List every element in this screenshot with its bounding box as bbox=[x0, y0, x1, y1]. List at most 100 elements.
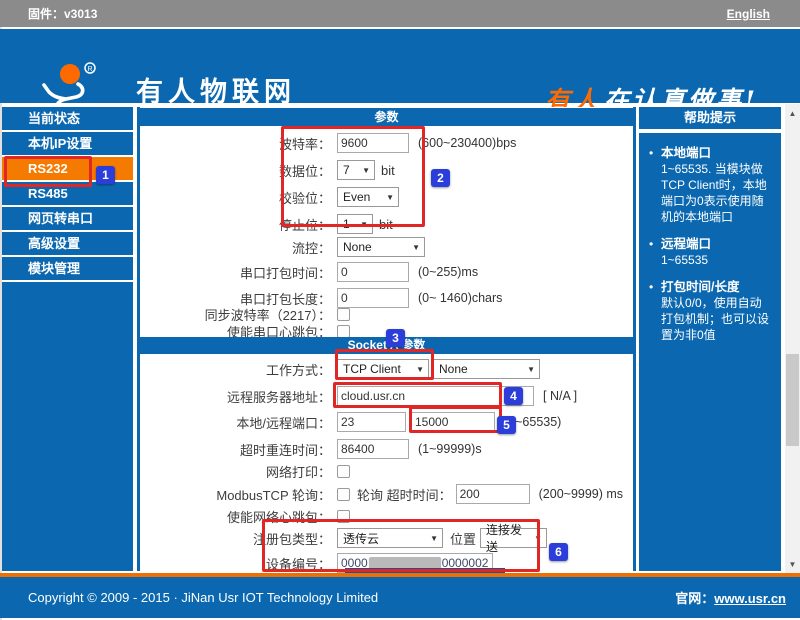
baud-rate-input[interactable] bbox=[337, 133, 409, 153]
sync-baud-checkbox[interactable] bbox=[337, 308, 350, 321]
modbus-poll-checkbox[interactable] bbox=[337, 488, 350, 501]
register-packet-position-select[interactable]: 连接发送▼ bbox=[480, 528, 547, 548]
register-packet-position-label: 位置 bbox=[450, 529, 476, 548]
register-packet-type-value: 透传云 bbox=[343, 530, 379, 547]
modbus-row: ModbusTCP 轮询： 轮询 超时时间： (200~9999) ms bbox=[140, 482, 633, 506]
network-print-row: 网络打印： bbox=[140, 462, 633, 480]
chevron-down-icon: ▼ bbox=[360, 220, 368, 229]
reconnect-row: 超时重连时间： (1~99999)s bbox=[140, 437, 633, 461]
chevron-down-icon: ▼ bbox=[412, 243, 420, 252]
help-item: 本地端口 1~65535. 当模块做TCP Client时，本地端口为0表示使用… bbox=[649, 145, 773, 225]
pack-time-input[interactable] bbox=[337, 262, 409, 282]
annotation-badge-4: 4 bbox=[504, 387, 523, 405]
flow-control-row: 流控： None▼ bbox=[140, 235, 633, 259]
register-packet-position-value: 连接发送 bbox=[486, 521, 530, 555]
help-item: 打包时间/长度 默认0/0，使用自动打包机制；也可以设置为非0值 bbox=[649, 279, 773, 343]
pack-time-hint: (0~255)ms bbox=[418, 265, 478, 279]
remote-port-input[interactable] bbox=[411, 412, 495, 432]
annotation-badge-3: 3 bbox=[386, 329, 405, 347]
network-print-checkbox[interactable] bbox=[337, 465, 350, 478]
sync-baud-row: 同步波特率（2217）： bbox=[140, 305, 633, 323]
stop-bits-label: 停止位： bbox=[140, 215, 337, 234]
svg-text:R: R bbox=[87, 66, 92, 73]
serial-heartbeat-checkbox[interactable] bbox=[337, 325, 350, 338]
scrollbar[interactable]: ▲ ▼ bbox=[785, 104, 800, 573]
chevron-down-icon: ▼ bbox=[534, 534, 542, 543]
help-panel-title: 帮助提示 bbox=[639, 107, 781, 129]
modbus-timeout-input[interactable] bbox=[456, 484, 530, 504]
site-link[interactable]: www.usr.cn bbox=[714, 591, 786, 606]
parity-label: 校验位： bbox=[140, 188, 337, 207]
help-item-body: 1~65535. 当模块做TCP Client时，本地端口为0表示使用随机的本地… bbox=[661, 161, 773, 225]
help-panel: 本地端口 1~65535. 当模块做TCP Client时，本地端口为0表示使用… bbox=[639, 133, 781, 571]
pack-time-row: 串口打包时间： (0~255)ms bbox=[140, 260, 633, 284]
scroll-thumb[interactable] bbox=[786, 354, 799, 446]
reconnect-hint: (1~99999)s bbox=[418, 442, 482, 456]
flow-control-label: 流控： bbox=[140, 238, 337, 257]
footer-bar: Copyright © 2009 - 2015 · JiNan Usr IOT … bbox=[0, 577, 800, 618]
remote-server-label: 远程服务器地址： bbox=[140, 387, 337, 406]
remote-server-hint: [ N/A ] bbox=[543, 389, 577, 403]
work-mode-select[interactable]: TCP Client▼ bbox=[337, 359, 429, 379]
scroll-down-icon[interactable]: ▼ bbox=[785, 557, 800, 571]
device-id-label: 设备编号： bbox=[140, 554, 337, 573]
chevron-down-icon: ▼ bbox=[362, 166, 370, 175]
sidebar-item-rs485[interactable]: RS485 bbox=[2, 182, 133, 205]
sidebar-item-current-status[interactable]: 当前状态 bbox=[2, 107, 133, 130]
work-mode-label: 工作方式： bbox=[140, 360, 337, 379]
chevron-down-icon: ▼ bbox=[416, 365, 424, 374]
sidebar-item-local-ip[interactable]: 本机IP设置 bbox=[2, 132, 133, 155]
data-bits-select[interactable]: 7▼ bbox=[337, 160, 375, 180]
baud-rate-label: 波特率： bbox=[140, 134, 337, 153]
help-item-body: 1~65535 bbox=[661, 252, 773, 268]
help-item: 远程端口 1~65535 bbox=[649, 236, 773, 268]
chevron-down-icon: ▼ bbox=[430, 534, 438, 543]
stop-bits-select[interactable]: 1▼ bbox=[337, 214, 373, 234]
annotation-badge-6: 6 bbox=[549, 543, 568, 561]
register-packet-type-select[interactable]: 透传云 ▼ bbox=[337, 528, 443, 548]
sidebar-item-web-to-serial[interactable]: 网页转串口 bbox=[2, 207, 133, 230]
flow-control-select[interactable]: None▼ bbox=[337, 237, 425, 257]
remote-server-row: 远程服务器地址： [ N/A ] bbox=[140, 384, 633, 408]
serial-params-section-bar: 参数 bbox=[140, 108, 633, 126]
parity-row: 校验位： Even▼ bbox=[140, 185, 633, 209]
work-mode-secondary-value: None bbox=[439, 362, 468, 376]
stop-bits-row: 停止位： 1▼ bit bbox=[140, 212, 633, 236]
modbus-label: ModbusTCP 轮询： bbox=[140, 485, 337, 504]
ports-row: 本地/远程端口： (0~65535) bbox=[140, 410, 633, 434]
network-heartbeat-checkbox[interactable] bbox=[337, 510, 350, 523]
network-heartbeat-row: 使能网络心跳包： bbox=[140, 507, 633, 525]
local-port-input[interactable] bbox=[337, 412, 406, 432]
sidebar-item-module-management[interactable]: 模块管理 bbox=[2, 257, 133, 280]
reconnect-time-input[interactable] bbox=[337, 439, 409, 459]
network-print-label: 网络打印： bbox=[140, 462, 337, 481]
pack-length-hint: (0~ 1460)chars bbox=[418, 291, 502, 305]
baud-rate-hint: (600~230400)bps bbox=[418, 136, 516, 150]
chevron-down-icon: ▼ bbox=[527, 365, 535, 374]
data-bits-value: 7 bbox=[343, 163, 350, 177]
copyright-text: Copyright © 2009 - 2015 · JiNan Usr IOT … bbox=[28, 590, 378, 605]
help-item-body: 默认0/0，使用自动打包机制；也可以设置为非0值 bbox=[661, 295, 773, 343]
help-item-title: 本地端口 bbox=[661, 145, 773, 161]
parity-select[interactable]: Even▼ bbox=[337, 187, 399, 207]
data-bits-label: 数据位： bbox=[140, 161, 337, 180]
help-list: 本地端口 1~65535. 当模块做TCP Client时，本地端口为0表示使用… bbox=[649, 145, 773, 343]
english-link[interactable]: English bbox=[727, 7, 770, 21]
pack-time-label: 串口打包时间： bbox=[140, 263, 337, 282]
sidebar-filler bbox=[2, 282, 133, 571]
stop-bits-value: 1 bbox=[343, 217, 350, 231]
sidebar-item-advanced-settings[interactable]: 高级设置 bbox=[2, 232, 133, 255]
parity-value: Even bbox=[343, 190, 370, 204]
site-label: 官网： bbox=[675, 591, 714, 606]
work-mode-secondary-select[interactable]: None ▼ bbox=[433, 359, 540, 379]
scroll-up-icon[interactable]: ▲ bbox=[785, 106, 800, 120]
modbus-poll-label: 轮询 超时时间： bbox=[357, 485, 452, 504]
baud-rate-row: 波特率： (600~230400)bps bbox=[140, 131, 633, 155]
data-bits-suffix: bit bbox=[381, 163, 395, 178]
page: 固件：v3013 English R 有人物联网 -物联网之联网专家- 有人在认… bbox=[0, 0, 800, 620]
data-bits-row: 数据位： 7▼ bit bbox=[140, 158, 633, 182]
header-banner: R 有人物联网 -物联网之联网专家- 有人在认真做事! bbox=[0, 29, 800, 103]
ports-label: 本地/远程端口： bbox=[140, 413, 337, 432]
modbus-hint: (200~9999) ms bbox=[539, 487, 623, 501]
work-mode-row: 工作方式： TCP Client▼ None ▼ bbox=[140, 357, 633, 381]
